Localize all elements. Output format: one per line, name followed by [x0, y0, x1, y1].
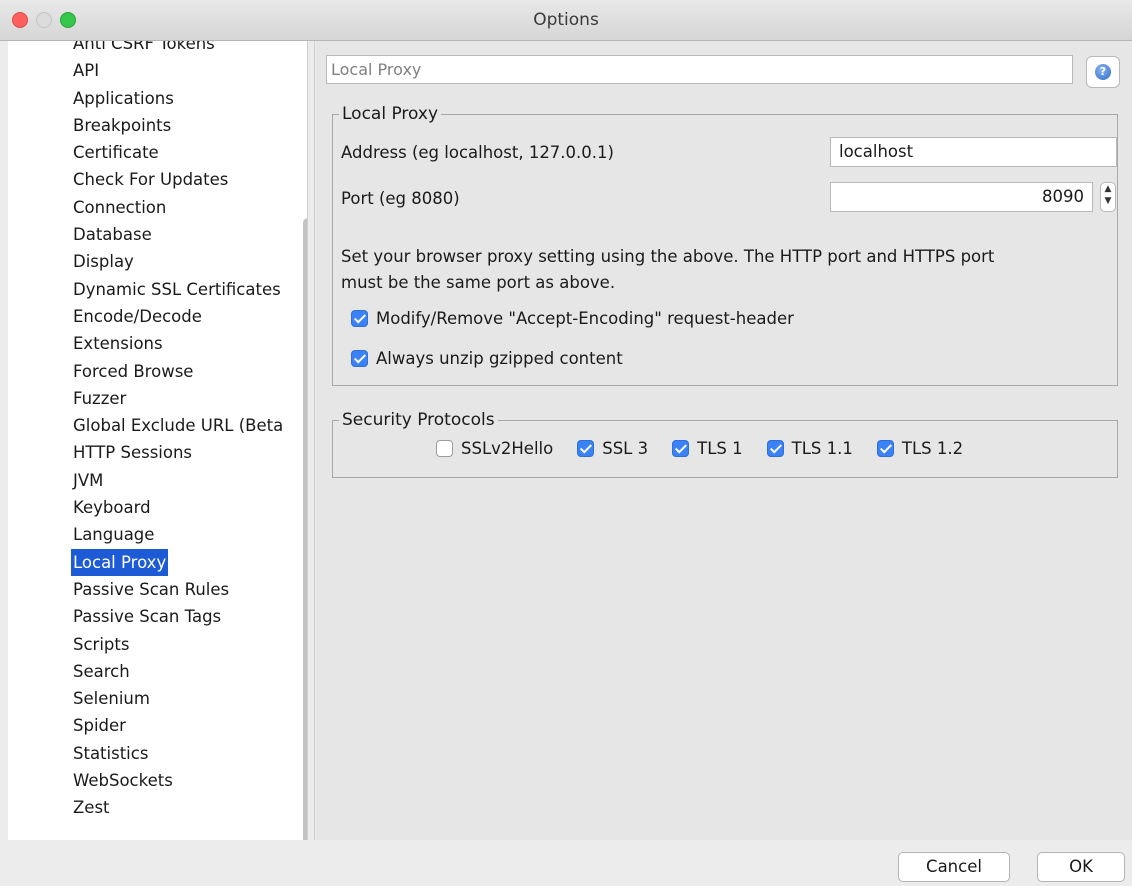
tree-item[interactable]: Passive Scan Rules [71, 576, 231, 603]
protocol-checkbox[interactable]: TLS 1 [672, 439, 743, 458]
protocol-row: SSLv2Hello SSL 3 TLS 1 TLS 1.1 TLS 1.2 [436, 439, 963, 458]
cancel-button[interactable]: Cancel [898, 852, 1010, 882]
tree-item[interactable]: Passive Scan Tags [71, 603, 223, 630]
protocol-label: SSL 3 [602, 439, 649, 458]
modify-encoding-checkbox[interactable]: Modify/Remove "Accept-Encoding" request-… [351, 309, 794, 328]
help-button[interactable]: ? [1086, 56, 1120, 88]
options-tree-list: Anti CSRF Tokens API Applications Breakpoin… [71, 41, 285, 822]
tree-item[interactable]: Applications [71, 85, 176, 112]
port-field[interactable]: 8090 [830, 182, 1093, 212]
tree-item[interactable]: Check For Updates [71, 166, 230, 193]
tree-item[interactable]: Zest [71, 794, 112, 821]
tree-item[interactable]: Search [71, 658, 132, 685]
checkbox-icon [351, 310, 368, 327]
tree-item[interactable]: Local Proxy [71, 548, 169, 576]
tree-item[interactable]: Breakpoints [71, 112, 173, 139]
checkbox-icon [351, 350, 368, 367]
split-pane-divider[interactable] [314, 41, 315, 840]
tree-item[interactable]: Encode/Decode [71, 303, 204, 330]
tree-item[interactable]: API [71, 57, 101, 84]
window-title: Options [533, 10, 599, 30]
protocol-checkbox[interactable]: SSLv2Hello [436, 439, 553, 458]
tree-item[interactable]: Language [71, 521, 156, 548]
local-proxy-legend: Local Proxy [342, 104, 439, 124]
tree-item[interactable]: Fuzzer [71, 385, 128, 412]
tree-item[interactable]: Anti CSRF Tokens [71, 41, 217, 57]
proxy-note-line1: Set your browser proxy setting using the… [341, 247, 995, 266]
protocol-label: TLS 1.2 [901, 439, 964, 458]
options-tree[interactable]: Anti CSRF Tokens API Applications Breakpoin… [8, 41, 308, 840]
checkbox-icon [766, 440, 784, 457]
security-protocols-legend: Security Protocols [342, 410, 495, 430]
protocol-label: TLS 1.1 [791, 439, 853, 458]
port-label: Port (eg 8080) [341, 189, 460, 208]
tree-item[interactable]: HTTP Sessions [71, 439, 194, 466]
title-bar: Options [0, 0, 1132, 41]
tree-item[interactable]: WebSockets [71, 767, 175, 794]
protocol-checkbox[interactable]: TLS 1.1 [766, 439, 853, 458]
tree-item[interactable]: Connection [71, 194, 168, 221]
proxy-note-line2: must be the same port as above. [341, 273, 616, 292]
tree-item[interactable]: Dynamic SSL Certificates [71, 276, 283, 303]
tree-item[interactable]: Forced Browse [71, 358, 195, 385]
tree-vertical-scrollbar[interactable] [303, 218, 307, 840]
tree-item[interactable]: Display [71, 248, 136, 275]
tree-item[interactable]: Statistics [71, 740, 150, 767]
help-icon: ? [1095, 64, 1111, 80]
protocol-label: TLS 1 [697, 439, 743, 458]
tree-item[interactable]: Global Exclude URL (Beta [71, 412, 285, 439]
ok-button[interactable]: OK [1037, 852, 1125, 882]
tree-item[interactable]: Extensions [71, 330, 165, 357]
port-spinner[interactable]: ▲ ▼ [1100, 182, 1116, 212]
address-label: Address (eg localhost, 127.0.0.1) [341, 143, 614, 162]
spinner-down-icon[interactable]: ▼ [1101, 195, 1115, 207]
protocol-label: SSLv2Hello [461, 439, 554, 458]
unzip-gzip-label: Always unzip gzipped content [376, 349, 623, 368]
checkbox-icon [876, 440, 894, 457]
modify-encoding-label: Modify/Remove "Accept-Encoding" request-… [376, 309, 794, 328]
panel-header: Local Proxy [326, 55, 1073, 84]
address-field[interactable]: localhost [830, 137, 1117, 167]
checkbox-icon [672, 440, 690, 457]
tree-item[interactable]: Database [71, 221, 154, 248]
tree-item[interactable]: JVM [71, 467, 105, 494]
tree-item[interactable]: Keyboard [71, 494, 153, 521]
checkbox-icon [436, 440, 453, 457]
tree-item[interactable]: Scripts [71, 631, 131, 658]
tree-item[interactable]: Certificate [71, 139, 161, 166]
tree-item[interactable]: Selenium [71, 685, 152, 712]
checkbox-icon [577, 440, 595, 457]
options-panel: Local Proxy ? Local Proxy Address (eg lo… [316, 41, 1132, 840]
protocol-checkbox[interactable]: TLS 1.2 [876, 439, 964, 458]
tree-item[interactable]: Spider [71, 712, 128, 739]
unzip-gzip-checkbox[interactable]: Always unzip gzipped content [351, 349, 623, 368]
spinner-up-icon[interactable]: ▲ [1101, 183, 1115, 195]
protocol-checkbox[interactable]: SSL 3 [577, 439, 648, 458]
